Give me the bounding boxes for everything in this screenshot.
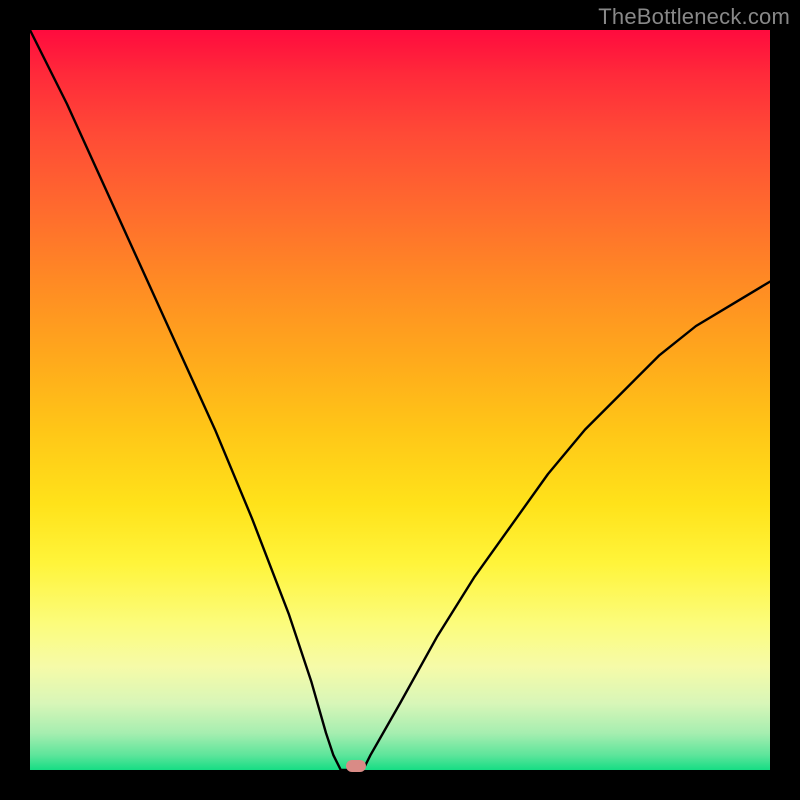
bottleneck-curve: [30, 30, 770, 770]
plot-area: [30, 30, 770, 770]
watermark-text: TheBottleneck.com: [598, 4, 790, 30]
chart-frame: TheBottleneck.com: [0, 0, 800, 800]
optimal-point-marker: [346, 760, 366, 772]
